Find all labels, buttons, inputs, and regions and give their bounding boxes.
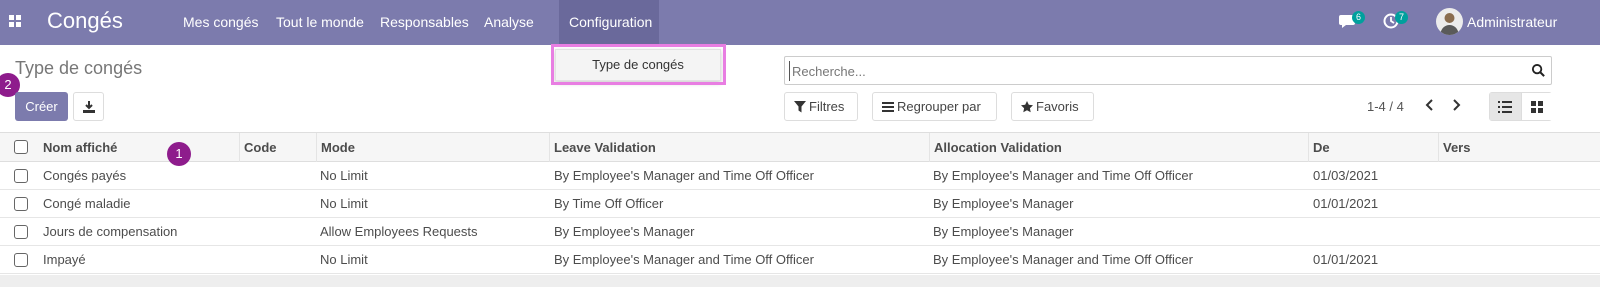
cell-mode: No Limit — [320, 252, 368, 267]
cell-vers — [1439, 190, 1443, 218]
table-row[interactable]: Congé maladie No Limit By Time Off Offic… — [0, 190, 1600, 218]
cell-leave-validation: By Employee's Manager and Time Off Offic… — [554, 168, 814, 183]
page-title: Type de congés — [15, 58, 143, 78]
highlight-box — [551, 44, 726, 85]
group-by-button[interactable]: Regrouper par — [872, 92, 997, 121]
nav-responsables[interactable]: Responsables — [380, 14, 469, 30]
chevron-left-icon[interactable] — [1424, 98, 1436, 112]
cell-nom-affiche: Jours de compensation — [43, 224, 178, 239]
list-icon — [882, 102, 894, 112]
cell-vers — [1439, 246, 1443, 274]
cell-de — [1309, 218, 1313, 246]
favorites-label: Favoris — [1036, 99, 1079, 114]
user-name[interactable]: Administrateur — [1467, 14, 1557, 30]
nav-configuration-label: Configuration — [569, 14, 653, 30]
bottom-strip — [0, 275, 1600, 287]
filters-label: Filtres — [809, 99, 845, 114]
cell-nom-affiche: Congé maladie — [43, 196, 131, 211]
cell-leave-validation: By Employee's Manager — [554, 224, 695, 239]
column-header-code[interactable]: Code — [240, 133, 317, 162]
app-title: Congés — [47, 8, 123, 33]
column-header-vers[interactable]: Vers — [1439, 133, 1600, 162]
view-switcher — [1489, 92, 1552, 121]
cell-de: 01/01/2021 — [1313, 252, 1379, 267]
column-header-nom-affiche[interactable]: Nom affiché — [39, 133, 240, 162]
select-all-checkbox[interactable] — [14, 140, 28, 154]
activities-count-badge: 7 — [1395, 11, 1408, 24]
table-header: Nom affiché Code Mode Leave Validation A… — [0, 132, 1600, 162]
kanban-view-button[interactable] — [1521, 93, 1552, 120]
cell-de: 01/03/2021 — [1313, 168, 1379, 183]
nav-configuration[interactable]: Configuration — [559, 0, 659, 45]
list-view-icon — [1498, 101, 1512, 113]
create-button[interactable]: Créer — [15, 92, 68, 121]
search-icon[interactable] — [1531, 63, 1546, 78]
cell-leave-validation: By Employee's Manager and Time Off Offic… — [554, 252, 814, 267]
column-header-allocation-validation[interactable]: Allocation Validation — [930, 133, 1309, 162]
cell-vers — [1439, 218, 1443, 246]
list-view-button[interactable] — [1490, 93, 1521, 120]
avatar[interactable] — [1436, 8, 1463, 35]
messages-count-badge: 6 — [1352, 11, 1365, 24]
favorites-button[interactable]: Favoris — [1011, 92, 1094, 121]
nav-mes-conges[interactable]: Mes congés — [183, 14, 258, 30]
cell-allocation-validation: By Employee's Manager — [933, 224, 1074, 239]
user-avatar-icon — [1440, 13, 1459, 35]
nav-analyse[interactable]: Analyse — [484, 14, 534, 30]
cell-vers — [1439, 162, 1443, 190]
group-by-label: Regrouper par — [897, 99, 981, 114]
column-header-de[interactable]: De — [1309, 133, 1439, 162]
cell-code — [240, 162, 244, 190]
cell-de: 01/01/2021 — [1313, 196, 1379, 211]
search-bar — [784, 56, 1552, 85]
column-header-leave-validation[interactable]: Leave Validation — [550, 133, 930, 162]
kanban-view-icon — [1531, 101, 1543, 113]
table-row[interactable]: Impayé No Limit By Employee's Manager an… — [0, 246, 1600, 274]
nav-tout-le-monde[interactable]: Tout le monde — [276, 14, 364, 30]
cell-leave-validation: By Time Off Officer — [554, 196, 664, 211]
cell-mode: No Limit — [320, 168, 368, 183]
search-input[interactable] — [789, 61, 1509, 81]
cell-allocation-validation: By Employee's Manager and Time Off Offic… — [933, 252, 1193, 267]
filters-button[interactable]: Filtres — [784, 92, 858, 121]
cell-code — [240, 190, 244, 218]
filter-icon — [794, 101, 806, 113]
cell-allocation-validation: By Employee's Manager — [933, 196, 1074, 211]
cell-code — [240, 218, 244, 246]
cell-allocation-validation: By Employee's Manager and Time Off Offic… — [933, 168, 1193, 183]
leave-types-table: Nom affiché Code Mode Leave Validation A… — [0, 132, 1600, 274]
cell-code — [240, 246, 244, 274]
star-icon — [1021, 101, 1033, 113]
top-navbar: Congés Mes congés Tout le monde Responsa… — [0, 0, 1600, 45]
column-header-mode[interactable]: Mode — [317, 133, 550, 162]
chevron-right-icon[interactable] — [1450, 98, 1462, 112]
table-row[interactable]: Congés payés No Limit By Employee's Mana… — [0, 162, 1600, 190]
cell-mode: No Limit — [320, 196, 368, 211]
row-checkbox[interactable] — [14, 169, 28, 183]
cell-nom-affiche: Impayé — [43, 252, 86, 267]
row-checkbox[interactable] — [14, 253, 28, 267]
table-row[interactable]: Jours de compensation Allow Employees Re… — [0, 218, 1600, 246]
step-badge-1: 1 — [167, 142, 191, 166]
cell-mode: Allow Employees Requests — [320, 224, 478, 239]
cell-nom-affiche: Congés payés — [43, 168, 127, 183]
download-button[interactable] — [73, 92, 104, 121]
row-checkbox[interactable] — [14, 197, 28, 211]
row-checkbox[interactable] — [14, 225, 28, 239]
download-icon — [83, 101, 95, 113]
apps-icon[interactable] — [9, 15, 21, 27]
pager-value[interactable]: 1-4 / 4 — [1367, 99, 1404, 114]
